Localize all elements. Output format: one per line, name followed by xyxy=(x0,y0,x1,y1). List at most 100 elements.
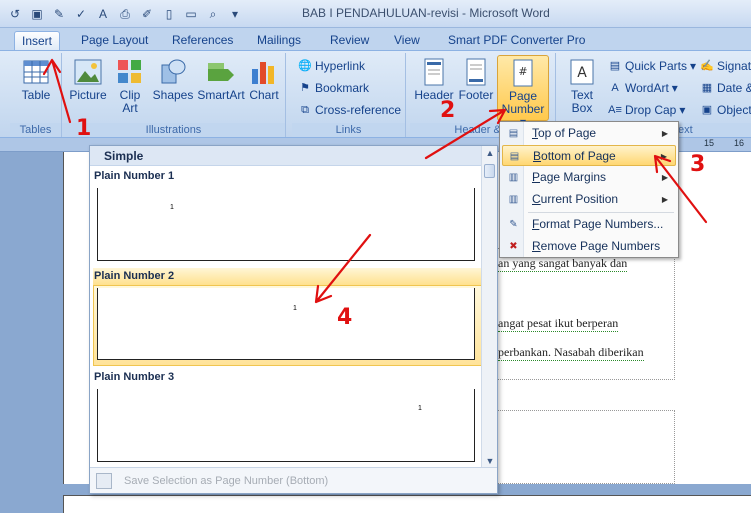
document-page-2[interactable] xyxy=(63,495,751,513)
customize-icon[interactable]: ▾ xyxy=(226,5,244,23)
signature-button[interactable]: ✍ Signat xyxy=(700,58,751,74)
preview-page-number: 1 xyxy=(170,204,174,211)
object-button[interactable]: ▣ Object xyxy=(700,102,751,118)
hyperlink-button[interactable]: 🌐 Hyperlink xyxy=(298,58,365,74)
print-preview-icon[interactable]: ⌕ xyxy=(204,5,222,23)
open-icon[interactable]: ▭ xyxy=(182,5,200,23)
quick-parts-button[interactable]: ▤ Quick Parts ▾ xyxy=(608,58,696,74)
format-page-numbers-icon: ✎ xyxy=(509,219,518,230)
table-label: Table xyxy=(21,88,51,102)
submenu-arrow-icon: ▶ xyxy=(661,195,668,204)
save-icon[interactable]: ▣ xyxy=(28,5,46,23)
menu-item-label: age Margins xyxy=(540,170,607,184)
preview-page-number: 1 xyxy=(418,405,422,412)
gallery-item-plain-number-2[interactable]: 1 xyxy=(97,288,475,360)
text-box-border-2 xyxy=(470,410,675,484)
date-time-button[interactable]: ▦ Date & xyxy=(700,80,751,96)
clip-art-icon xyxy=(118,60,141,83)
smartart-button[interactable]: SmartArt xyxy=(196,57,246,102)
menu-item-current-position[interactable]: ▥ Current Position ▶ xyxy=(502,189,676,210)
menu-item-mnemonic: B xyxy=(533,149,542,163)
scroll-thumb[interactable] xyxy=(484,164,495,178)
page-number-icon: # xyxy=(513,59,533,87)
menu-item-top-of-page[interactable]: ▤ Top of Page ▶ xyxy=(502,123,676,144)
drop-cap-button[interactable]: A≡ Drop Cap ▾ xyxy=(608,102,685,118)
picture-button[interactable]: Picture xyxy=(68,57,108,102)
cross-reference-button[interactable]: ⧉ Cross-reference xyxy=(298,102,401,118)
new-icon[interactable]: ✎ xyxy=(50,5,68,23)
gallery-scrollbar[interactable]: ▲ ▼ xyxy=(481,146,497,468)
date-label: Date & xyxy=(717,81,751,95)
wordart-icon: A xyxy=(611,82,619,94)
page-number-menu: ▤ Top of Page ▶ ▤ Bottom of Page ▶ ▥ Pag… xyxy=(499,121,679,258)
calendar-icon: ▦ xyxy=(701,82,713,94)
shapes-button[interactable]: Shapes xyxy=(152,57,194,102)
footer-label: Footer xyxy=(458,88,494,102)
spellcheck-icon[interactable]: ✓ xyxy=(72,5,90,23)
tab-review[interactable]: Review xyxy=(330,31,369,50)
group-illustrations: Picture Clip Art Shapes SmartArt Chart I… xyxy=(62,53,286,137)
wordart-button[interactable]: A WordArt ▾ xyxy=(608,80,678,96)
hyperlink-icon: 🌐 xyxy=(298,60,312,72)
drop-cap-icon: A≡ xyxy=(608,104,622,116)
tab-view[interactable]: View xyxy=(394,31,420,50)
picture-icon xyxy=(74,59,102,85)
top-of-page-icon: ▤ xyxy=(508,128,519,139)
undo-icon[interactable]: ↺ xyxy=(6,5,24,23)
save-selection-icon xyxy=(96,473,112,489)
tab-page-layout[interactable]: Page Layout xyxy=(81,31,148,50)
quick-parts-label: Quick Parts xyxy=(625,59,688,73)
menu-item-mnemonic: P xyxy=(532,170,541,184)
gallery-item-label-3: Plain Number 3 xyxy=(94,371,175,383)
scroll-down-icon[interactable]: ▼ xyxy=(482,454,498,468)
save-selection-button[interactable]: Save Selection as Page Number (Bottom) xyxy=(90,467,497,493)
header-button[interactable]: Header xyxy=(412,57,456,102)
page-number-label-1: Page xyxy=(508,89,538,103)
menu-item-format-page-numbers[interactable]: ✎ Format Page Numbers... xyxy=(502,214,676,235)
menu-item-label: ormat Page Numbers... xyxy=(539,217,664,231)
tab-smart-pdf[interactable]: Smart PDF Converter Pro xyxy=(448,31,585,50)
group-label-links: Links xyxy=(292,123,405,137)
annotation-number-3: 3 xyxy=(690,152,706,177)
signature-icon: ✍ xyxy=(700,60,714,72)
font-icon[interactable]: A xyxy=(94,5,112,23)
menu-item-remove-page-numbers[interactable]: ✖ Remove Page Numbers xyxy=(502,236,676,257)
tab-references[interactable]: References xyxy=(172,31,233,50)
text-box-button[interactable]: A Text Box xyxy=(564,57,600,115)
clip-art-label-1: Clip xyxy=(119,88,141,102)
scroll-up-icon[interactable]: ▲ xyxy=(482,146,498,160)
page-number-button[interactable]: # Page Number ▾ xyxy=(497,55,549,129)
group-tables: Table Tables xyxy=(10,53,62,137)
footer-button[interactable]: Footer xyxy=(456,57,496,102)
menu-item-label: urrent Position xyxy=(540,192,619,206)
object-label: Object xyxy=(717,103,751,117)
bookmark-button[interactable]: ⚑ Bookmark xyxy=(298,80,369,96)
edit-icon[interactable]: ✐ xyxy=(138,5,156,23)
signature-label: Signat xyxy=(717,59,751,73)
chart-button[interactable]: Chart xyxy=(248,57,280,102)
menu-item-bottom-of-page[interactable]: ▤ Bottom of Page ▶ xyxy=(502,145,676,166)
ribbon-tabs: Insert Page Layout References Mailings R… xyxy=(0,28,751,50)
tab-insert[interactable]: Insert xyxy=(14,31,61,50)
picture-label: Picture xyxy=(69,88,107,102)
blank-icon[interactable]: ▯ xyxy=(160,5,178,23)
tab-mailings[interactable]: Mailings xyxy=(257,31,301,50)
gallery-item-plain-number-1[interactable]: 1 xyxy=(97,188,475,261)
group-links: 🌐 Hyperlink ⚑ Bookmark ⧉ Cross-reference Li… xyxy=(292,53,406,137)
table-button[interactable]: Table xyxy=(18,57,54,102)
print-icon[interactable]: ⎙ xyxy=(116,5,134,23)
save-selection-label: Save Selection as Page Number (Bottom) xyxy=(124,475,329,487)
gallery-item-plain-number-3[interactable]: 1 xyxy=(97,389,475,462)
object-icon: ▣ xyxy=(701,104,713,116)
gallery-item-label-1: Plain Number 1 xyxy=(94,170,175,182)
menu-item-mnemonic: C xyxy=(532,192,541,206)
svg-text:A: A xyxy=(577,65,587,81)
menu-item-label: ottom of Page xyxy=(541,149,616,163)
text-box-label-2: Box xyxy=(571,101,593,115)
menu-item-label: op of Page xyxy=(538,126,597,140)
clip-art-button[interactable]: Clip Art xyxy=(112,57,148,115)
submenu-arrow-icon: ▶ xyxy=(661,173,668,182)
annotation-number-1: 1 xyxy=(76,116,92,141)
smartart-label: SmartArt xyxy=(197,88,245,102)
menu-item-page-margins[interactable]: ▥ Page Margins ▶ xyxy=(502,167,676,188)
